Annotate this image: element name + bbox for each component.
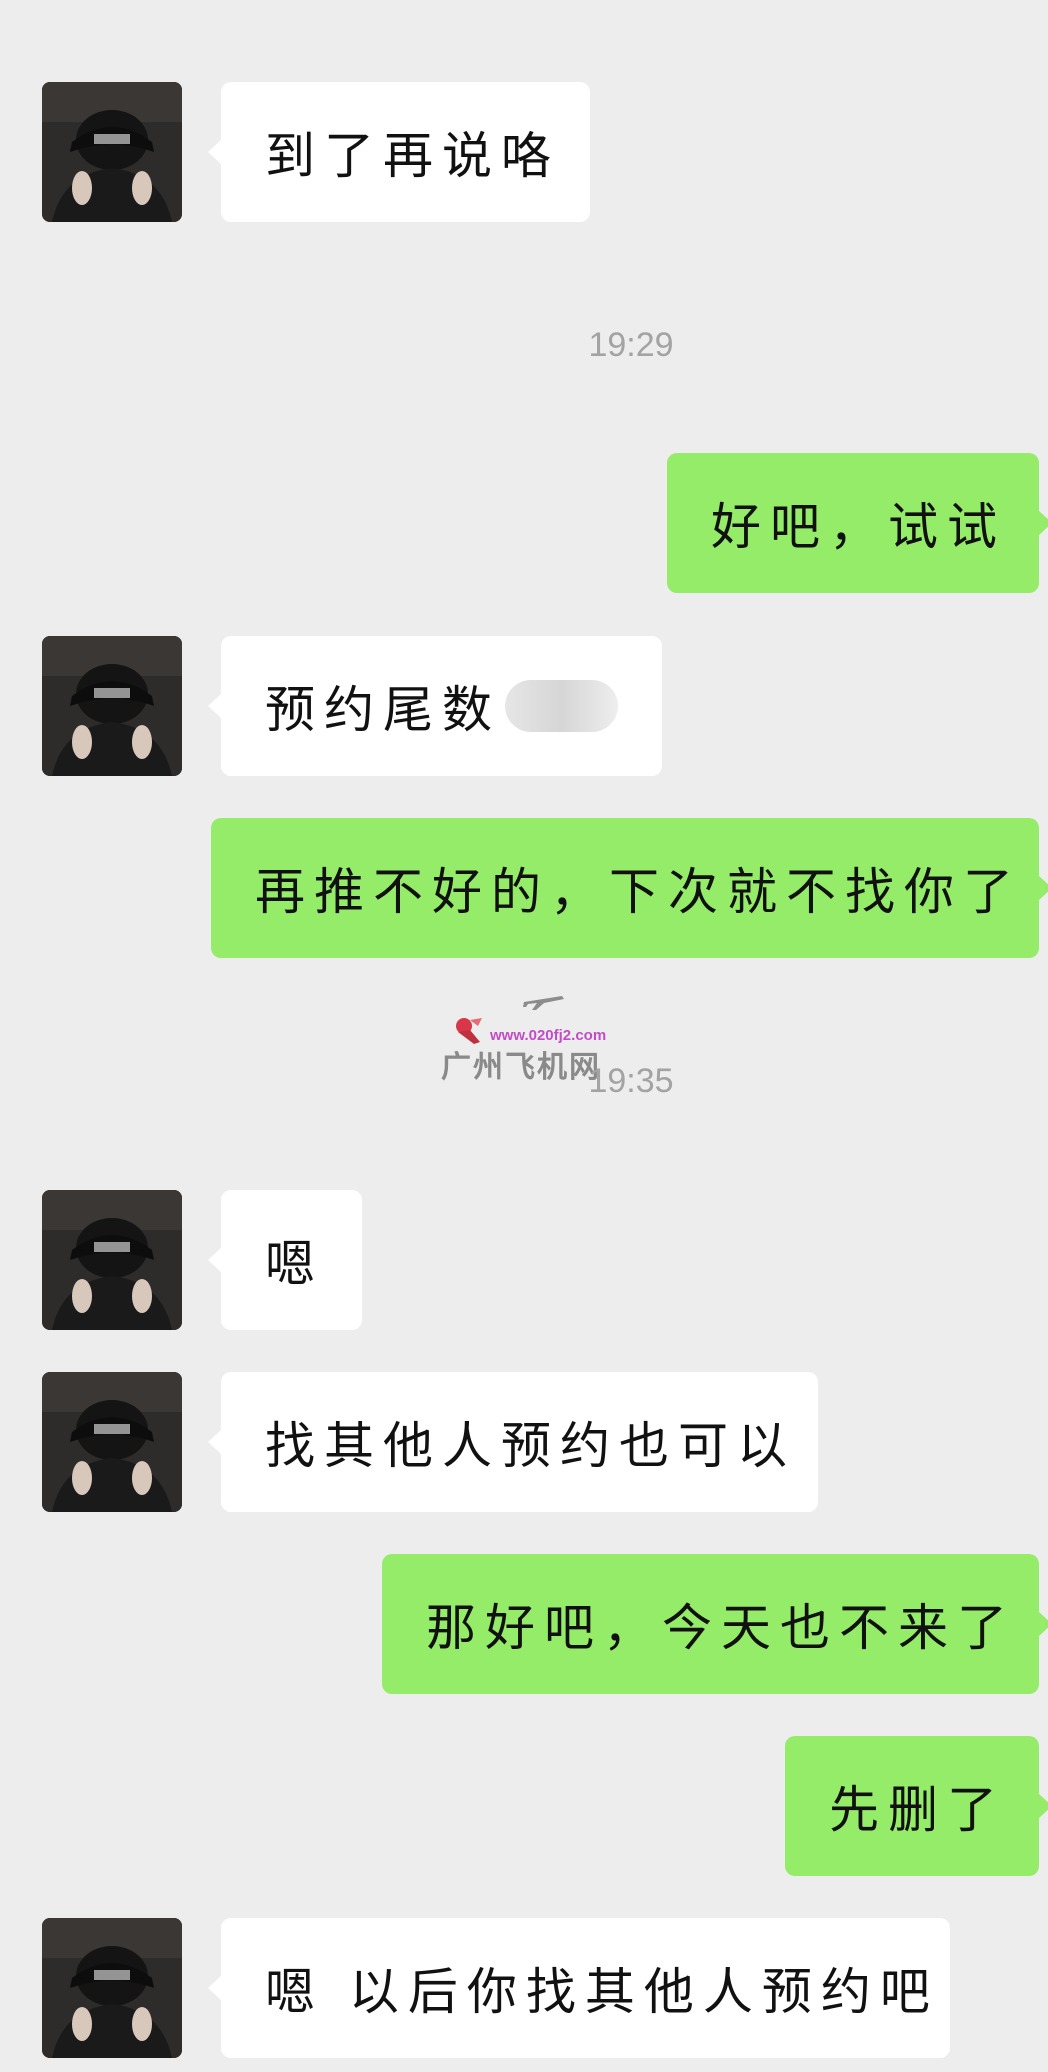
avatar-image-icon <box>42 636 182 776</box>
contact-avatar[interactable] <box>42 82 182 222</box>
message-text: 嗯 <box>265 1235 324 1293</box>
message-bubble-outgoing[interactable]: 先删了 <box>785 1736 1048 1876</box>
message-text: 那好吧，今天也不来了 <box>426 1599 1016 1657</box>
message-bubble-outgoing[interactable]: 再推不好的，下次就不找你了 <box>211 818 1048 958</box>
message-bubble-incoming[interactable]: 找其他人预约也可以 <box>208 1372 818 1512</box>
contact-avatar[interactable] <box>42 1372 182 1512</box>
message-text: 嗯 以后你找其他人预约吧 <box>265 1963 939 2021</box>
message-text: 预约尾数 <box>265 681 501 739</box>
message-text: 先删了 <box>829 1781 1006 1839</box>
message-bubble-incoming[interactable]: 嗯 以后你找其他人预约吧 <box>208 1918 950 2058</box>
avatar-image-icon <box>42 1918 182 2058</box>
message-text: 找其他人预约也可以 <box>265 1417 796 1475</box>
avatar-image-icon <box>42 1190 182 1330</box>
message-bubble-incoming[interactable]: 预约尾数 <box>208 636 662 776</box>
message-text: 好吧，试试 <box>711 498 1006 556</box>
message-text: 到了再说咯 <box>265 127 560 185</box>
contact-avatar[interactable] <box>42 636 182 776</box>
redaction-blur <box>505 680 618 732</box>
message-text: 再推不好的，下次就不找你了 <box>255 863 1022 921</box>
message-bubble-incoming[interactable]: 嗯 <box>208 1190 362 1330</box>
message-bubble-outgoing[interactable]: 好吧，试试 <box>667 453 1048 593</box>
timestamp: 19:35 <box>588 1062 674 1100</box>
timestamp: 19:29 <box>588 326 674 364</box>
airplane-icon <box>523 996 564 1010</box>
avatar-image-icon <box>42 82 182 222</box>
message-bubble-incoming[interactable]: 到了再说咯 <box>208 82 590 222</box>
contact-avatar[interactable] <box>42 1918 182 2058</box>
message-bubble-outgoing[interactable]: 那好吧，今天也不来了 <box>382 1554 1048 1694</box>
contact-avatar[interactable] <box>42 1190 182 1330</box>
chat-conversation[interactable]: 到了再说咯 19:29 好吧，试试 预约尾数 再推不好的，下次就不找你了 www… <box>0 0 1048 2072</box>
avatar-image-icon <box>42 1372 182 1512</box>
